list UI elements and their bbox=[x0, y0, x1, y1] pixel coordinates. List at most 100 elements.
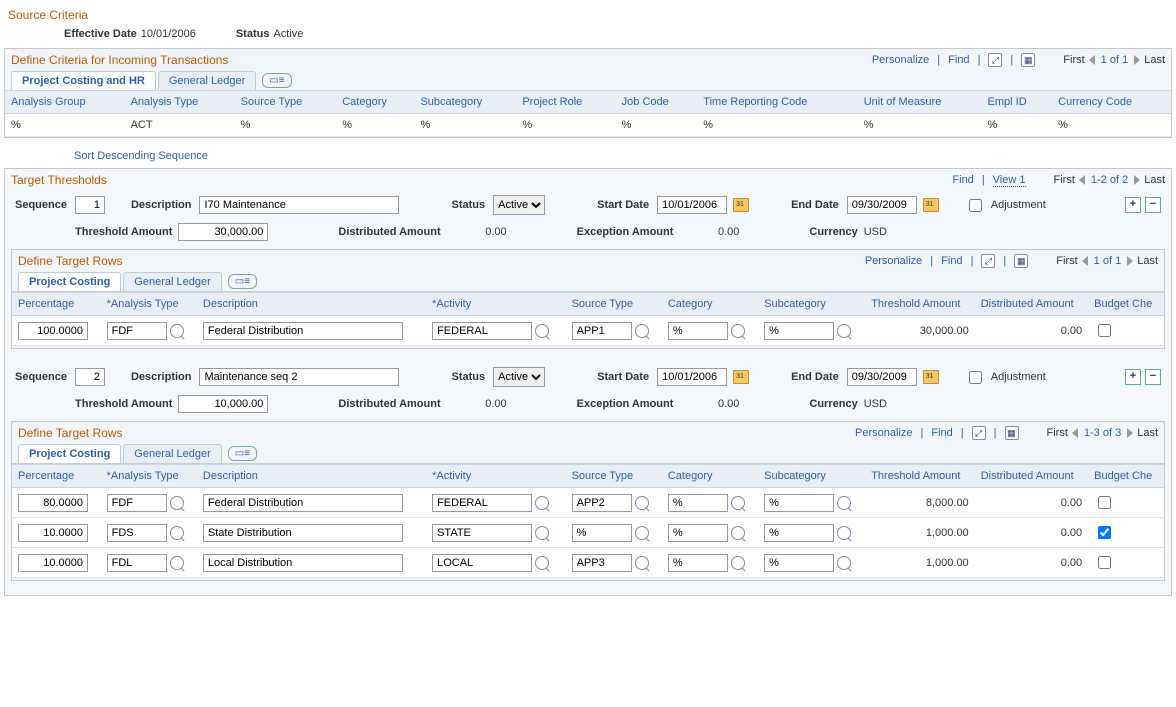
lookup-icon[interactable] bbox=[635, 496, 649, 510]
col-header[interactable]: Threshold Amount bbox=[865, 293, 974, 316]
col-header[interactable]: Unit of Measure bbox=[858, 91, 982, 114]
tab-project-costing[interactable]: Project Costing bbox=[18, 444, 121, 463]
next-icon[interactable] bbox=[1127, 256, 1133, 266]
end-date-input[interactable] bbox=[847, 368, 917, 386]
col-header[interactable]: *Analysis Type bbox=[101, 465, 197, 488]
sort-descending-link[interactable]: Sort Descending Sequence bbox=[74, 150, 208, 162]
lookup-icon[interactable] bbox=[170, 324, 184, 338]
lookup-icon[interactable] bbox=[731, 324, 745, 338]
col-header[interactable]: Time Reporting Code bbox=[697, 91, 857, 114]
threshold-amount-input[interactable] bbox=[178, 395, 268, 413]
col-header[interactable]: Subcategory bbox=[758, 293, 865, 316]
status-select[interactable]: Active bbox=[493, 195, 545, 215]
tt-next-icon[interactable] bbox=[1134, 175, 1140, 185]
budget-check-checkbox[interactable] bbox=[1098, 556, 1111, 569]
col-header[interactable]: Distributed Amount bbox=[975, 465, 1088, 488]
tab-pc-hr[interactable]: Project Costing and HR bbox=[11, 71, 156, 90]
grid-icon[interactable]: ▦ bbox=[1021, 53, 1035, 67]
description-input[interactable] bbox=[199, 196, 399, 214]
budget-check-checkbox[interactable] bbox=[1098, 496, 1111, 509]
grid-icon[interactable]: ▦ bbox=[1014, 254, 1028, 268]
source-type-input[interactable] bbox=[572, 494, 632, 512]
subcategory-input[interactable] bbox=[764, 494, 834, 512]
grid-icon[interactable]: ▦ bbox=[1005, 426, 1019, 440]
find-link[interactable]: Find bbox=[941, 255, 962, 267]
category-input[interactable] bbox=[668, 322, 728, 340]
sequence-input[interactable] bbox=[75, 368, 105, 386]
col-header[interactable]: *Activity bbox=[426, 465, 566, 488]
col-header[interactable]: *Analysis Type bbox=[101, 293, 197, 316]
lookup-icon[interactable] bbox=[731, 556, 745, 570]
prev-icon[interactable] bbox=[1072, 428, 1078, 438]
lookup-icon[interactable] bbox=[635, 556, 649, 570]
lookup-icon[interactable] bbox=[635, 324, 649, 338]
budget-check-checkbox[interactable] bbox=[1098, 526, 1111, 539]
calendar-icon[interactable] bbox=[923, 198, 939, 212]
activity-input[interactable] bbox=[432, 554, 532, 572]
col-header[interactable]: Source Type bbox=[566, 293, 662, 316]
lookup-icon[interactable] bbox=[731, 496, 745, 510]
col-header[interactable]: Category bbox=[336, 91, 414, 114]
adjustment-checkbox[interactable] bbox=[969, 371, 982, 384]
calendar-icon[interactable] bbox=[733, 370, 749, 384]
subcategory-input[interactable] bbox=[764, 322, 834, 340]
personalize-link[interactable]: Personalize bbox=[872, 54, 929, 66]
analysis-type-input[interactable] bbox=[107, 494, 167, 512]
col-header[interactable]: Analysis Group bbox=[5, 91, 125, 114]
find-link[interactable]: Find bbox=[931, 427, 952, 439]
counter[interactable]: 1 of 1 bbox=[1094, 255, 1122, 267]
lookup-icon[interactable] bbox=[635, 526, 649, 540]
col-header[interactable]: Empl ID bbox=[982, 91, 1053, 114]
col-header[interactable]: Subcategory bbox=[414, 91, 516, 114]
calendar-icon[interactable] bbox=[923, 370, 939, 384]
col-header[interactable]: Percentage bbox=[12, 293, 101, 316]
percentage-input[interactable] bbox=[18, 524, 88, 542]
next-icon[interactable] bbox=[1127, 428, 1133, 438]
col-header[interactable]: Percentage bbox=[12, 465, 101, 488]
col-header[interactable]: Job Code bbox=[616, 91, 698, 114]
tt-counter[interactable]: 1-2 of 2 bbox=[1091, 174, 1128, 186]
category-input[interactable] bbox=[668, 554, 728, 572]
col-header[interactable]: *Activity bbox=[426, 293, 566, 316]
lookup-icon[interactable] bbox=[837, 496, 851, 510]
col-header[interactable]: Subcategory bbox=[758, 465, 865, 488]
row-description-input[interactable] bbox=[203, 322, 403, 340]
lookup-icon[interactable] bbox=[535, 496, 549, 510]
counter[interactable]: 1-3 of 3 bbox=[1084, 427, 1121, 439]
show-all-cols-icon[interactable]: ▭≡ bbox=[228, 274, 257, 289]
source-type-input[interactable] bbox=[572, 322, 632, 340]
end-date-input[interactable] bbox=[847, 196, 917, 214]
analysis-type-input[interactable] bbox=[107, 524, 167, 542]
row-description-input[interactable] bbox=[203, 494, 403, 512]
col-header[interactable]: Project Role bbox=[516, 91, 615, 114]
row-description-input[interactable] bbox=[203, 524, 403, 542]
prev-icon[interactable] bbox=[1089, 55, 1095, 65]
personalize-link[interactable]: Personalize bbox=[865, 255, 922, 267]
personalize-link[interactable]: Personalize bbox=[855, 427, 912, 439]
percentage-input[interactable] bbox=[18, 554, 88, 572]
analysis-type-input[interactable] bbox=[107, 322, 167, 340]
tt-view-link[interactable]: View 1 bbox=[993, 174, 1026, 187]
source-type-input[interactable] bbox=[572, 524, 632, 542]
budget-check-checkbox[interactable] bbox=[1098, 324, 1111, 337]
source-type-input[interactable] bbox=[572, 554, 632, 572]
col-header[interactable]: Source Type bbox=[235, 91, 337, 114]
delete-row-button[interactable]: − bbox=[1145, 197, 1161, 213]
col-header[interactable]: Analysis Type bbox=[125, 91, 235, 114]
lookup-icon[interactable] bbox=[837, 556, 851, 570]
add-row-button[interactable]: + bbox=[1125, 369, 1141, 385]
activity-input[interactable] bbox=[432, 524, 532, 542]
adjustment-checkbox[interactable] bbox=[969, 199, 982, 212]
percentage-input[interactable] bbox=[18, 494, 88, 512]
next-icon[interactable] bbox=[1134, 55, 1140, 65]
tab-general-ledger[interactable]: General Ledger bbox=[123, 444, 221, 463]
col-header[interactable]: Distributed Amount bbox=[975, 293, 1088, 316]
col-header[interactable]: Budget Che bbox=[1088, 465, 1164, 488]
lookup-icon[interactable] bbox=[170, 526, 184, 540]
activity-input[interactable] bbox=[432, 322, 532, 340]
description-input[interactable] bbox=[199, 368, 399, 386]
col-header[interactable]: Description bbox=[197, 293, 426, 316]
col-header[interactable]: Threshold Amount bbox=[865, 465, 974, 488]
zoom-icon[interactable]: ⤢ bbox=[972, 426, 986, 440]
col-header[interactable]: Currency Code bbox=[1052, 91, 1171, 114]
